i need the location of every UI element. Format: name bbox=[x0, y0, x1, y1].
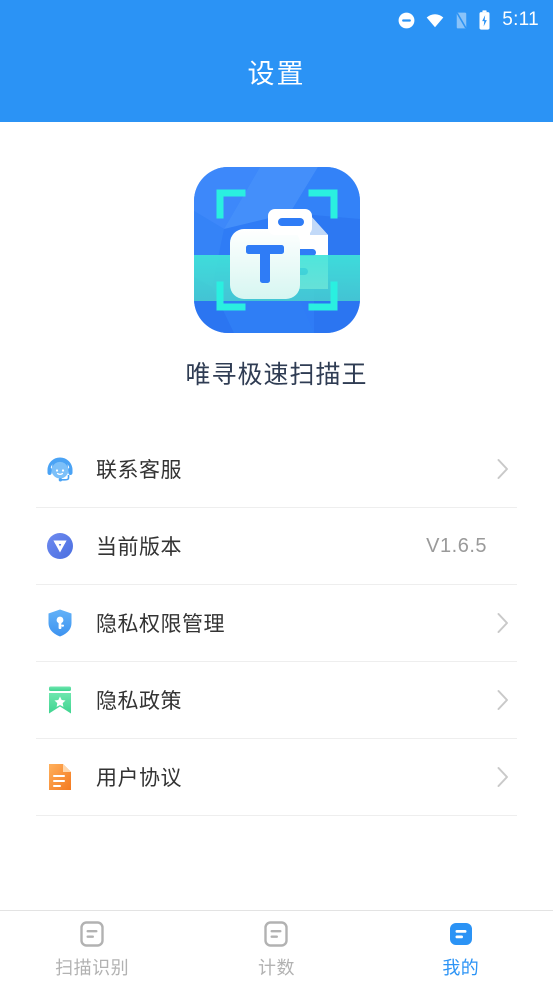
list-item-privacy-policy[interactable]: 隐私政策 bbox=[36, 662, 517, 739]
tab-mine[interactable]: 我的 bbox=[369, 911, 553, 983]
status-bar: 5:11 bbox=[0, 0, 553, 40]
list-item-label: 隐私政策 bbox=[96, 690, 182, 713]
signal-off-icon bbox=[454, 11, 469, 30]
chevron-right-icon bbox=[493, 459, 513, 479]
list-item-current-version[interactable]: 当前版本 V1.6.5 bbox=[36, 508, 517, 585]
do-not-disturb-icon bbox=[397, 11, 416, 30]
app-logo-scanner-icon bbox=[193, 167, 360, 333]
app-identity: 唯寻极速扫描王 bbox=[0, 122, 553, 391]
app-header: 5:11 设置 bbox=[0, 0, 553, 122]
app-name: 唯寻极速扫描王 bbox=[185, 361, 368, 389]
list-item-label: 隐私权限管理 bbox=[96, 613, 225, 636]
tab-label: 扫描识别 bbox=[55, 958, 130, 978]
tab-scan[interactable]: 扫描识别 bbox=[0, 911, 184, 983]
document-lines-icon bbox=[44, 761, 76, 793]
list-item-contact-support[interactable]: 联系客服 bbox=[36, 431, 517, 508]
list-item-privacy-permissions[interactable]: 隐私权限管理 bbox=[36, 585, 517, 662]
chevron-right-icon bbox=[493, 613, 513, 633]
tab-count[interactable]: 计数 bbox=[184, 911, 368, 983]
battery-charging-icon bbox=[478, 10, 491, 30]
list-item-label: 联系客服 bbox=[96, 459, 182, 482]
headset-support-icon bbox=[44, 453, 76, 485]
wifi-icon bbox=[425, 11, 445, 30]
settings-screen: 5:11 设置 唯寻极速扫描王 联系客服 当前版本 V1.6.5 隐私权限管理 … bbox=[0, 0, 553, 983]
tab-label: 我的 bbox=[442, 958, 480, 978]
chevron-right-icon bbox=[493, 690, 513, 710]
list-item-user-agreement[interactable]: 用户协议 bbox=[36, 739, 517, 816]
list-item-label: 用户协议 bbox=[96, 767, 182, 790]
bottom-navigation: 扫描识别 计数 我的 bbox=[0, 910, 553, 983]
version-v-icon bbox=[44, 530, 76, 562]
chevron-right-icon bbox=[493, 767, 513, 787]
shield-key-icon bbox=[44, 607, 76, 639]
chevron-placeholder bbox=[493, 536, 513, 556]
page-title: 设置 bbox=[247, 59, 306, 89]
bookmark-star-icon bbox=[44, 684, 76, 716]
status-bar-clock: 5:11 bbox=[502, 9, 539, 30]
version-value: V1.6.5 bbox=[426, 534, 487, 557]
settings-list: 联系客服 当前版本 V1.6.5 隐私权限管理 隐私政策 用户协议 bbox=[0, 431, 553, 816]
list-item-label: 当前版本 bbox=[96, 536, 182, 559]
profile-doc-icon bbox=[445, 918, 477, 950]
count-doc-icon bbox=[260, 918, 292, 950]
tab-label: 计数 bbox=[257, 958, 295, 978]
scan-doc-icon bbox=[76, 918, 108, 950]
